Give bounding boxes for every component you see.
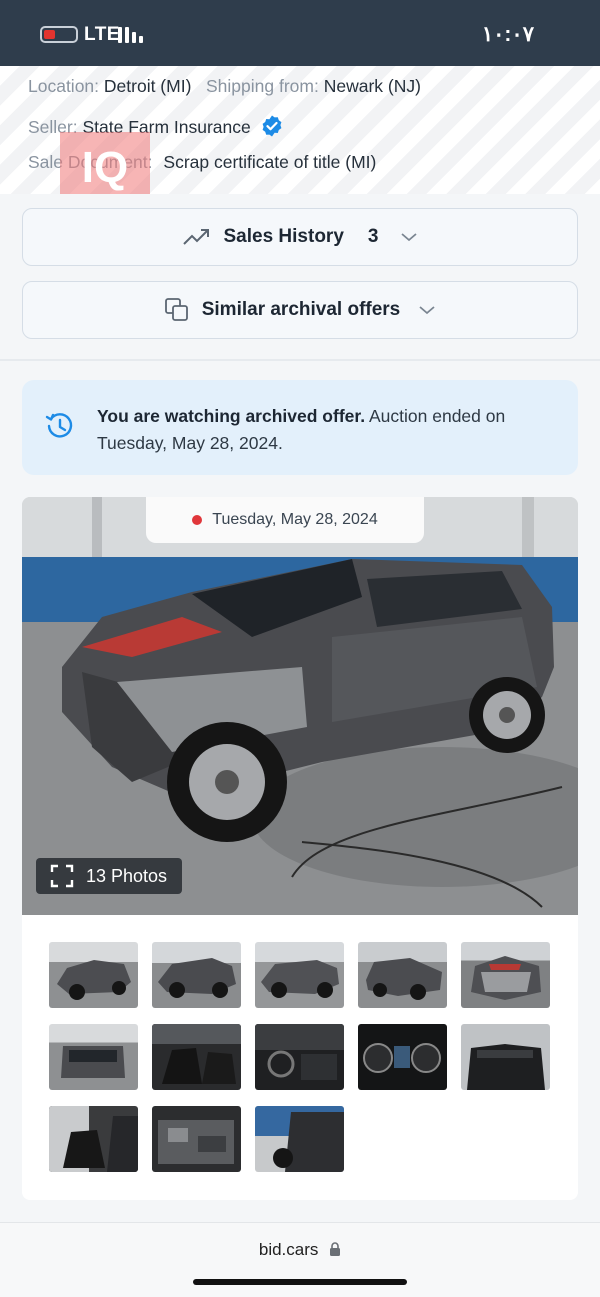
signal-icon [118,25,148,43]
thumbnail[interactable] [152,942,241,1008]
vehicle-illustration [22,497,578,915]
thumbnail[interactable] [152,1106,241,1172]
history-section: Sales History 3 Similar archival offers [0,194,600,359]
shipping-value: Newark (NJ) [323,76,421,96]
section-divider [0,359,600,361]
status-bar: LTE ١٠:٠٧ [0,0,600,66]
thumbnail[interactable] [255,942,344,1008]
sale-document-value: Scrap certificate of title (MI) [163,152,377,172]
history-icon [45,413,73,438]
chevron-down-icon [401,233,418,242]
url-text: bid.cars [258,1240,319,1259]
thumbnail[interactable] [49,1106,138,1172]
live-dot-icon [192,515,203,525]
status-time: ١٠:٠٧ [481,23,534,46]
thumbnail[interactable] [49,1024,138,1090]
lock-icon [330,1242,341,1256]
sales-history-button[interactable]: Sales History 3 [22,208,578,266]
archived-notice: You are watching archived offer. Auction… [22,380,578,475]
copy-icon [164,298,188,321]
archived-notice-text: You are watching archived offer. Auction… [97,403,557,457]
fullscreen-icon [50,864,74,888]
verified-badge-icon [262,115,282,137]
photos-count-button[interactable]: 13 Photos [36,858,182,894]
shipping-label: Shipping from: [206,76,319,96]
thumbnail[interactable] [358,942,447,1008]
thumbnail[interactable] [461,942,550,1008]
sales-history-count: 3 [367,226,379,247]
home-indicator[interactable] [193,1279,407,1285]
thumbnail[interactable] [358,1024,447,1090]
thumbnail[interactable] [49,942,138,1008]
thumbnail[interactable] [461,1024,550,1090]
main-vehicle-photo[interactable]: Tuesday, May 28, 2024 13 Photos [22,497,578,915]
network-type: LTE [84,24,120,45]
photos-count-label: 13 Photos [86,865,168,886]
address-bar[interactable]: bid.cars [0,1240,600,1260]
trending-up-icon [182,229,209,245]
thumbnail[interactable] [152,1024,241,1090]
archived-notice-bold: You are watching archived offer. [97,406,366,426]
auction-date-pill: Tuesday, May 28, 2024 [146,497,424,543]
thumbnail[interactable] [255,1024,344,1090]
auction-date: Tuesday, May 28, 2024 [212,511,378,528]
gallery-card: Tuesday, May 28, 2024 13 Photos [22,497,578,1200]
location-row: Location: Detroit (MI) Shipping from: Ne… [28,76,421,97]
browser-bar: bid.cars [0,1222,600,1297]
similar-offers-label: Similar archival offers [201,299,401,320]
battery-icon [40,26,78,43]
chevron-down-icon [419,306,435,315]
sales-history-label: Sales History [223,226,344,247]
similar-offers-button[interactable]: Similar archival offers [22,281,578,339]
location-label: Location: [28,76,100,96]
thumbnail[interactable] [255,1106,344,1172]
location-value: Detroit (MI) [103,76,192,96]
